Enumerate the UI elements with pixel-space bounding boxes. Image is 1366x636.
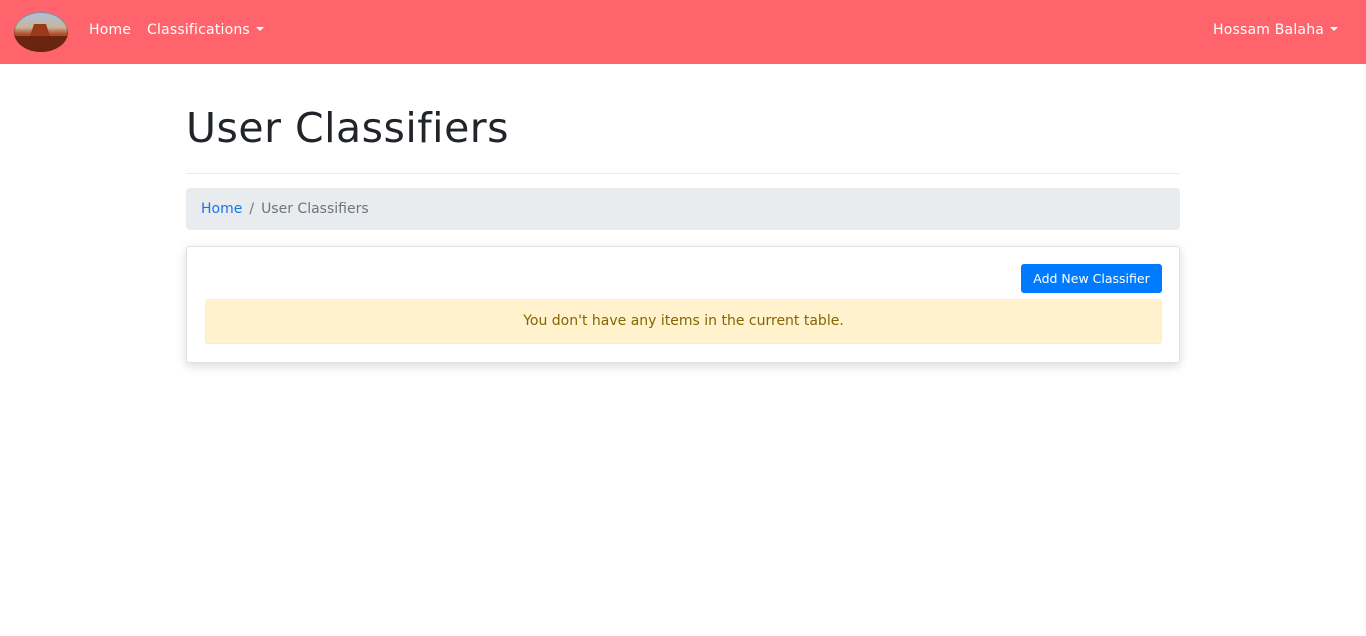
caret-down-icon bbox=[1330, 27, 1339, 31]
empty-table-alert: You don't have any items in the current … bbox=[205, 299, 1162, 344]
classifiers-card: Add New Classifier You don't have any it… bbox=[186, 246, 1180, 363]
nav-classifications-dropdown[interactable]: Classifications bbox=[147, 22, 264, 38]
page-title: User Classifiers bbox=[186, 104, 510, 152]
user-name-label: Hossam Balaha bbox=[1213, 22, 1325, 38]
top-navbar: Home Classifications Hossam Balaha bbox=[0, 0, 1366, 64]
breadcrumb: Home / User Classifiers bbox=[186, 188, 1180, 230]
user-menu-dropdown[interactable]: Hossam Balaha bbox=[1213, 22, 1339, 38]
add-new-classifier-button[interactable]: Add New Classifier bbox=[1021, 264, 1162, 293]
breadcrumb-separator: / bbox=[249, 201, 255, 217]
nav-classifications-label: Classifications bbox=[147, 22, 250, 38]
breadcrumb-home-link[interactable]: Home bbox=[201, 201, 242, 217]
title-divider bbox=[186, 173, 1180, 174]
nav-home-link[interactable]: Home bbox=[89, 22, 131, 38]
breadcrumb-current: User Classifiers bbox=[261, 201, 369, 217]
caret-down-icon bbox=[255, 27, 264, 31]
landscape-logo-icon[interactable] bbox=[14, 12, 68, 52]
